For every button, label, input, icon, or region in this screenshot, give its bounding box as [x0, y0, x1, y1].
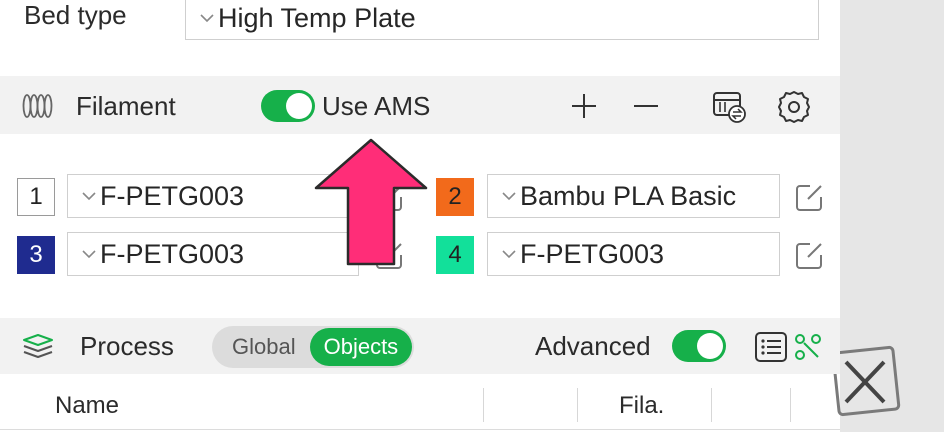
- edit-icon[interactable]: [794, 241, 824, 271]
- global-option[interactable]: Global: [212, 334, 310, 360]
- column-divider: [790, 388, 791, 422]
- slot-4-value: F-PETG003: [520, 238, 665, 269]
- settings-gear-icon[interactable]: [777, 90, 811, 124]
- column-header-filament[interactable]: Fila.: [619, 392, 664, 420]
- bed-type-label: Bed type: [24, 0, 127, 30]
- ams-sync-icon[interactable]: [712, 90, 748, 124]
- nodes-icon[interactable]: [794, 333, 822, 361]
- chevron-down-icon: [200, 14, 214, 23]
- process-title: Process: [80, 331, 174, 361]
- bed-type-select[interactable]: High Temp Plate: [185, 0, 819, 40]
- slot-1-number: 1: [17, 178, 55, 216]
- slot-2-number: 2: [436, 178, 474, 216]
- table-header-bottom-border: [0, 429, 840, 430]
- use-ams-toggle[interactable]: [261, 90, 315, 122]
- pointer-arrow-annotation: [314, 138, 428, 266]
- close-x-icon[interactable]: [832, 342, 902, 418]
- filament-spools-icon: [22, 94, 53, 118]
- slot-2-value: Bambu PLA Basic: [520, 180, 737, 211]
- slot-2-select[interactable]: Bambu PLA Basic: [487, 174, 780, 218]
- plus-icon[interactable]: [570, 92, 598, 120]
- edit-icon[interactable]: [794, 183, 824, 213]
- chevron-down-icon: [82, 192, 96, 201]
- toggle-knob: [697, 333, 723, 359]
- column-header-name[interactable]: Name: [55, 392, 119, 420]
- slot-4-number: 4: [436, 236, 474, 274]
- column-divider: [577, 388, 578, 422]
- global-objects-switch[interactable]: Global Objects: [212, 326, 415, 368]
- use-ams-label: Use AMS: [322, 91, 431, 121]
- slot-3-number: 3: [17, 236, 55, 274]
- filament-title: Filament: [76, 91, 176, 121]
- toggle-knob: [286, 93, 312, 119]
- minus-icon[interactable]: [632, 92, 660, 120]
- column-divider: [483, 388, 484, 422]
- list-view-icon[interactable]: [754, 331, 788, 363]
- advanced-toggle[interactable]: [672, 330, 726, 362]
- slot-1-value: F-PETG003: [100, 180, 245, 211]
- chevron-down-icon: [502, 250, 516, 259]
- slot-3-value: F-PETG003: [100, 238, 245, 269]
- column-divider: [711, 388, 712, 422]
- advanced-label: Advanced: [535, 331, 651, 361]
- bed-type-value: High Temp Plate: [218, 2, 416, 33]
- layers-icon: [23, 334, 53, 358]
- objects-option[interactable]: Objects: [309, 328, 413, 366]
- chevron-down-icon: [502, 192, 516, 201]
- slot-4-select[interactable]: F-PETG003: [487, 232, 780, 276]
- chevron-down-icon: [82, 250, 96, 259]
